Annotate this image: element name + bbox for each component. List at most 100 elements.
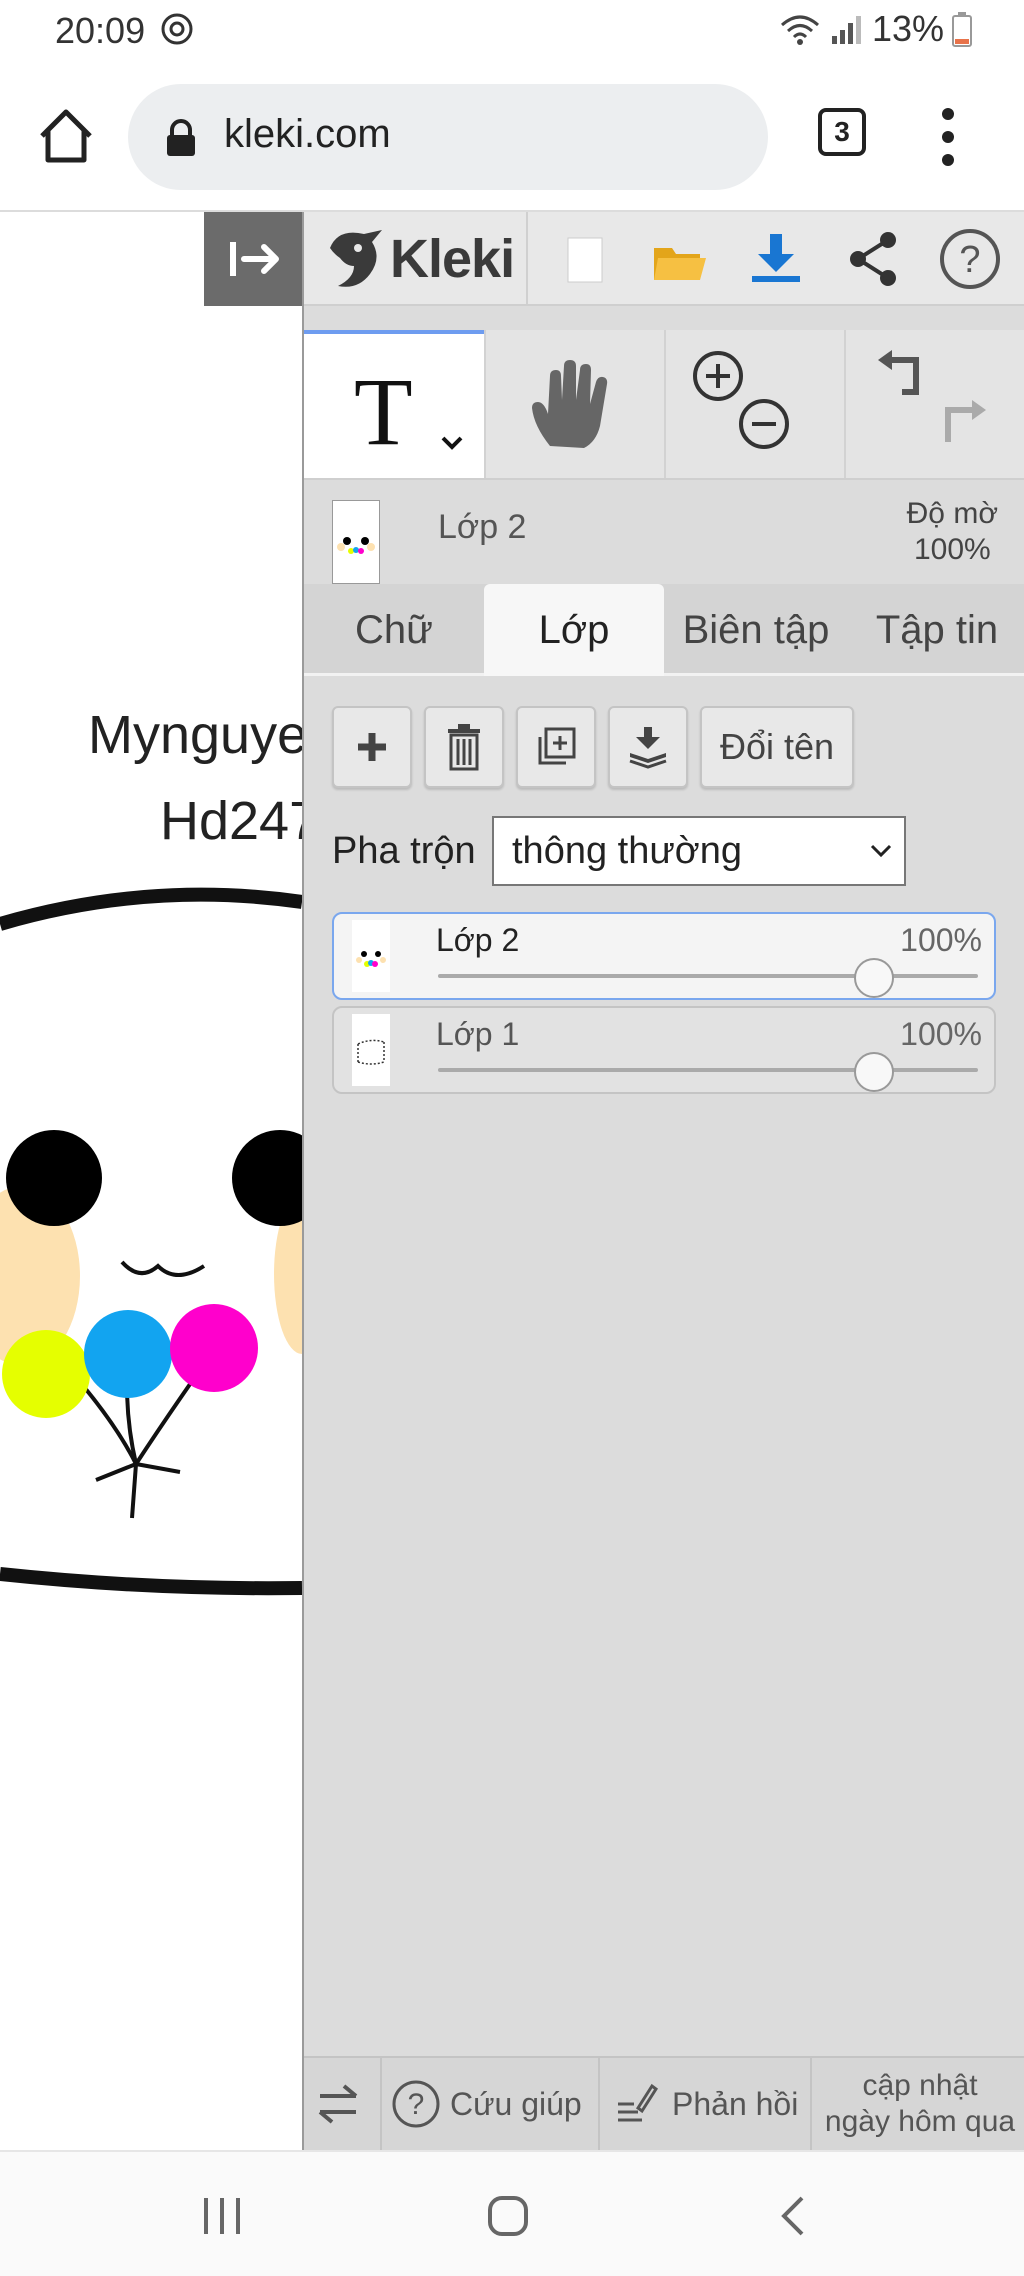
kleki-side-panel: Kleki ? T Lớp 2 Độ mờ 100% Chữ Lớp Biên … (302, 212, 1024, 2150)
layer-thumbnail-image (357, 1039, 385, 1065)
download-icon[interactable] (740, 224, 812, 294)
layer-thumbnail-image (337, 537, 375, 554)
tab-text[interactable]: Chữ (304, 584, 484, 676)
layer-opacity-slider[interactable] (438, 974, 978, 978)
help-label: Cứu giúp (450, 2085, 582, 2122)
address-bar[interactable]: kleki.com (128, 84, 768, 190)
update-info[interactable]: cập nhật ngày hôm qua (814, 2068, 1024, 2140)
tab-layers[interactable]: Lớp (484, 584, 664, 676)
canvas-text-line1: Mynguyen (88, 705, 302, 765)
recent-apps-icon[interactable] (198, 2192, 246, 2240)
lock-icon (167, 119, 195, 156)
trash-icon (448, 724, 480, 771)
layer-opacity-slider-knob[interactable] (854, 958, 894, 998)
signal-icon (831, 16, 861, 44)
current-layer-thumbnail (332, 500, 380, 584)
collapse-arrow-icon (230, 242, 279, 276)
duplicate-layer-button[interactable] (516, 706, 596, 788)
browser-toolbar: kleki.com 3 (0, 62, 1024, 212)
tab-edit[interactable]: Biên tập (664, 584, 848, 676)
swap-side-button[interactable] (314, 2058, 370, 2150)
merge-down-icon (629, 727, 667, 769)
duplicate-icon (538, 727, 576, 765)
layer-thumbnail (352, 1014, 390, 1086)
zoom-out-icon[interactable] (736, 396, 792, 452)
panel-bottom-bar: ? Cứu giúp Phản hồi cập nhật ngày hôm qu… (304, 2056, 1024, 2150)
logo-text: Kleki (390, 229, 515, 289)
text-tool-icon: T (354, 358, 413, 465)
update-line1: cập nhật (862, 2069, 978, 2102)
layer-row-2[interactable]: Lớp 2 100% (332, 912, 996, 1000)
status-bar: 20:09 13% (0, 0, 1024, 62)
status-indicators: 13% (778, 8, 972, 50)
separator (598, 2058, 600, 2150)
tool-row: T (304, 330, 1024, 480)
status-time: 20:09 (55, 10, 146, 51)
tab-switcher-button[interactable]: 3 (818, 108, 866, 156)
opacity-value: 100% (913, 533, 991, 566)
wifi-icon (780, 15, 819, 45)
panel-tabs: Chữ Lớp Biên tập Tập tin (304, 584, 1024, 676)
undo-icon[interactable] (872, 346, 932, 406)
open-folder-icon[interactable] (644, 224, 716, 294)
canvas-drawing (0, 887, 302, 1596)
battery-percent: 13% (871, 8, 944, 49)
delete-layer-button[interactable] (424, 706, 504, 788)
layer-opacity: 100% (900, 1016, 982, 1052)
plus-icon (358, 733, 386, 761)
update-line2: ngày hôm qua (824, 2105, 1016, 2138)
tab-file[interactable]: Tập tin (848, 584, 1024, 676)
notification-app-icon (161, 13, 193, 45)
android-nav-bar (0, 2150, 1024, 2276)
current-layer-header: Lớp 2 Độ mờ 100% (304, 482, 1024, 584)
url-text: kleki.com (224, 112, 391, 156)
help-icon: ? (392, 2080, 440, 2128)
add-layer-button[interactable] (332, 706, 412, 788)
drawing-canvas[interactable]: Mynguyen Hd247 (0, 212, 302, 2150)
svg-text:?: ? (408, 2088, 425, 2121)
separator (526, 212, 528, 304)
feedback-pencil-icon (618, 2083, 658, 2122)
battery-icon (952, 12, 972, 47)
separator (664, 330, 666, 478)
blend-mode-label: Pha trộn (332, 830, 476, 872)
help-button[interactable]: ? Cứu giúp (390, 2058, 582, 2150)
feedback-label: Phản hồi (672, 2085, 799, 2122)
blend-mode-select[interactable]: thông thường (492, 816, 906, 886)
collapse-panel-button[interactable] (204, 212, 302, 306)
kleki-logo[interactable]: Kleki (324, 226, 515, 292)
layer-name: Lớp 1 (436, 1016, 520, 1052)
swap-arrows-icon (318, 2084, 358, 2124)
help-icon[interactable]: ? (934, 224, 1006, 294)
separator (844, 330, 846, 478)
new-image-icon[interactable] (548, 224, 620, 294)
layer-opacity-slider[interactable] (438, 1068, 978, 1072)
layer-opacity: 100% (900, 922, 982, 958)
current-layer-name: Lớp 2 (438, 508, 527, 546)
layer-opacity-slider-knob[interactable] (854, 1052, 894, 1092)
merge-down-button[interactable] (608, 706, 688, 788)
opacity-label: Độ mờ (906, 497, 998, 530)
rename-layer-button[interactable]: Đổi tên (700, 706, 854, 788)
more-options-icon[interactable] (928, 102, 968, 172)
layer-name: Lớp 2 (436, 922, 520, 958)
layer-row-1[interactable]: Lớp 1 100% (332, 1006, 996, 1094)
chevron-down-icon (870, 844, 892, 858)
home-nav-icon[interactable] (484, 2192, 532, 2240)
back-icon[interactable] (770, 2192, 818, 2240)
layer-thumbnail (352, 920, 390, 992)
feedback-button[interactable]: Phản hồi (614, 2058, 798, 2150)
svg-text:?: ? (959, 239, 980, 281)
share-icon[interactable] (838, 224, 910, 294)
layer-thumbnail-image (356, 951, 386, 967)
separator (810, 2058, 812, 2150)
current-layer-opacity: Độ mờ 100% (907, 496, 998, 568)
home-icon[interactable] (32, 102, 100, 170)
text-tool-button[interactable]: T (304, 330, 484, 478)
separator (380, 2058, 382, 2150)
hand-tool-icon[interactable] (520, 356, 620, 456)
separator (484, 330, 486, 478)
redo-icon[interactable] (932, 396, 992, 456)
chevron-down-icon[interactable] (439, 434, 465, 452)
kleki-bird-icon (330, 230, 382, 287)
